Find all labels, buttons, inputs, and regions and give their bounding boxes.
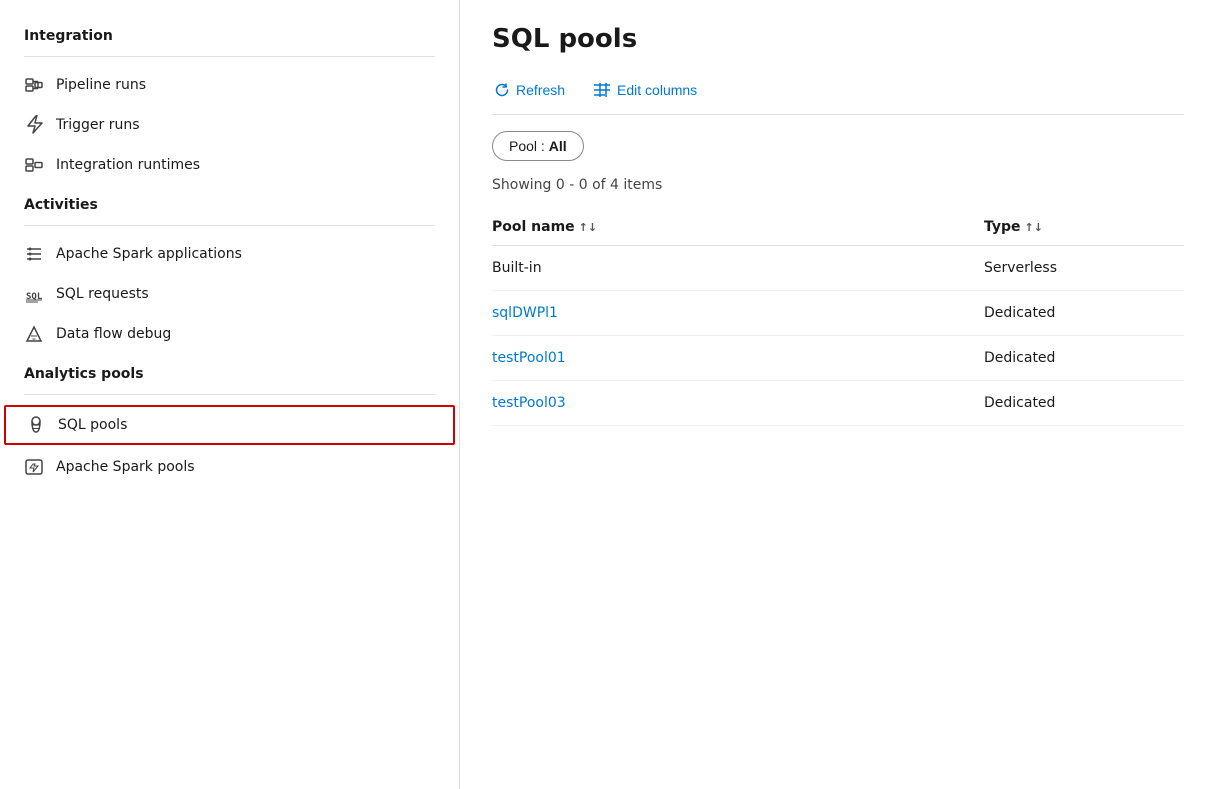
showing-text: Showing 0 - 0 of 4 items (492, 177, 1184, 193)
cell-pool-name[interactable]: testPool03 (492, 395, 984, 411)
filter-label: Pool : (509, 138, 545, 154)
edit-columns-label: Edit columns (617, 82, 697, 98)
divider-analytics (24, 394, 435, 395)
sidebar-item-sql-pools[interactable]: SQL pools (4, 405, 455, 445)
section-header-activities: Activities (0, 185, 459, 221)
sidebar-item-label: Apache Spark pools (56, 459, 195, 475)
col-header-pool-name[interactable]: Pool name ↑↓ (492, 219, 984, 235)
trigger-icon (24, 115, 44, 135)
sidebar-item-pipeline-runs[interactable]: Pipeline runs (0, 65, 459, 105)
sort-icon-pool-name: ↑↓ (579, 221, 597, 234)
divider-integration (24, 56, 435, 57)
cell-type: Dedicated (984, 305, 1184, 321)
sql-pools-icon (26, 415, 46, 435)
sidebar-item-label: Apache Spark applications (56, 246, 242, 262)
filter-value: All (549, 138, 567, 154)
sidebar-item-label: Integration runtimes (56, 157, 200, 173)
table-container: Pool name ↑↓ Type ↑↓ Built-inServerlesss… (492, 209, 1184, 765)
cell-type: Dedicated (984, 395, 1184, 411)
main-content: SQL pools Refresh Edit columns Pool : Al… (460, 0, 1216, 789)
sidebar-item-spark-applications[interactable]: Apache Spark applications (0, 234, 459, 274)
cell-pool-name: Built-in (492, 260, 984, 276)
integration-icon (24, 155, 44, 175)
sidebar-item-label: SQL pools (58, 417, 127, 433)
refresh-label: Refresh (516, 82, 565, 98)
divider-activities (24, 225, 435, 226)
section-header-integration: Integration (0, 16, 459, 52)
toolbar: Refresh Edit columns (492, 78, 1184, 115)
sidebar-item-label: Pipeline runs (56, 77, 146, 93)
spark-app-icon (24, 244, 44, 264)
sidebar-item-integration-runtimes[interactable]: Integration runtimes (0, 145, 459, 185)
filter-row: Pool : All (492, 131, 1184, 161)
edit-columns-icon (593, 82, 611, 98)
dataflow-icon (24, 324, 44, 344)
cell-type: Serverless (984, 260, 1184, 276)
table-header: Pool name ↑↓ Type ↑↓ (492, 209, 1184, 246)
col-header-type[interactable]: Type ↑↓ (984, 219, 1184, 235)
col-label-pool-name: Pool name (492, 219, 575, 235)
sidebar-item-label: Data flow debug (56, 326, 171, 342)
cell-pool-name[interactable]: sqlDWPl1 (492, 305, 984, 321)
sidebar: Integration Pipeline runs Trigger runs (0, 0, 460, 789)
sidebar-item-trigger-runs[interactable]: Trigger runs (0, 105, 459, 145)
section-header-analytics: Analytics pools (0, 354, 459, 390)
table-row: testPool01Dedicated (492, 336, 1184, 381)
page-title: SQL pools (492, 24, 1184, 54)
table-body: Built-inServerlesssqlDWPl1DedicatedtestP… (492, 246, 1184, 426)
sidebar-item-dataflow-debug[interactable]: Data flow debug (0, 314, 459, 354)
cell-type: Dedicated (984, 350, 1184, 366)
pipeline-icon (24, 75, 44, 95)
spark-pools-icon (24, 457, 44, 477)
sidebar-item-spark-pools[interactable]: Apache Spark pools (0, 447, 459, 487)
sql-icon: SQL (24, 284, 44, 304)
col-label-type: Type (984, 219, 1021, 235)
edit-columns-button[interactable]: Edit columns (591, 78, 699, 102)
sidebar-item-sql-requests[interactable]: SQL SQL requests (0, 274, 459, 314)
sidebar-item-label: SQL requests (56, 286, 149, 302)
refresh-icon (494, 82, 510, 98)
sidebar-item-label: Trigger runs (56, 117, 140, 133)
pool-filter-button[interactable]: Pool : All (492, 131, 584, 161)
table-row: sqlDWPl1Dedicated (492, 291, 1184, 336)
refresh-button[interactable]: Refresh (492, 78, 567, 102)
table-row: Built-inServerless (492, 246, 1184, 291)
cell-pool-name[interactable]: testPool01 (492, 350, 984, 366)
table-row: testPool03Dedicated (492, 381, 1184, 426)
sort-icon-type: ↑↓ (1025, 221, 1043, 234)
